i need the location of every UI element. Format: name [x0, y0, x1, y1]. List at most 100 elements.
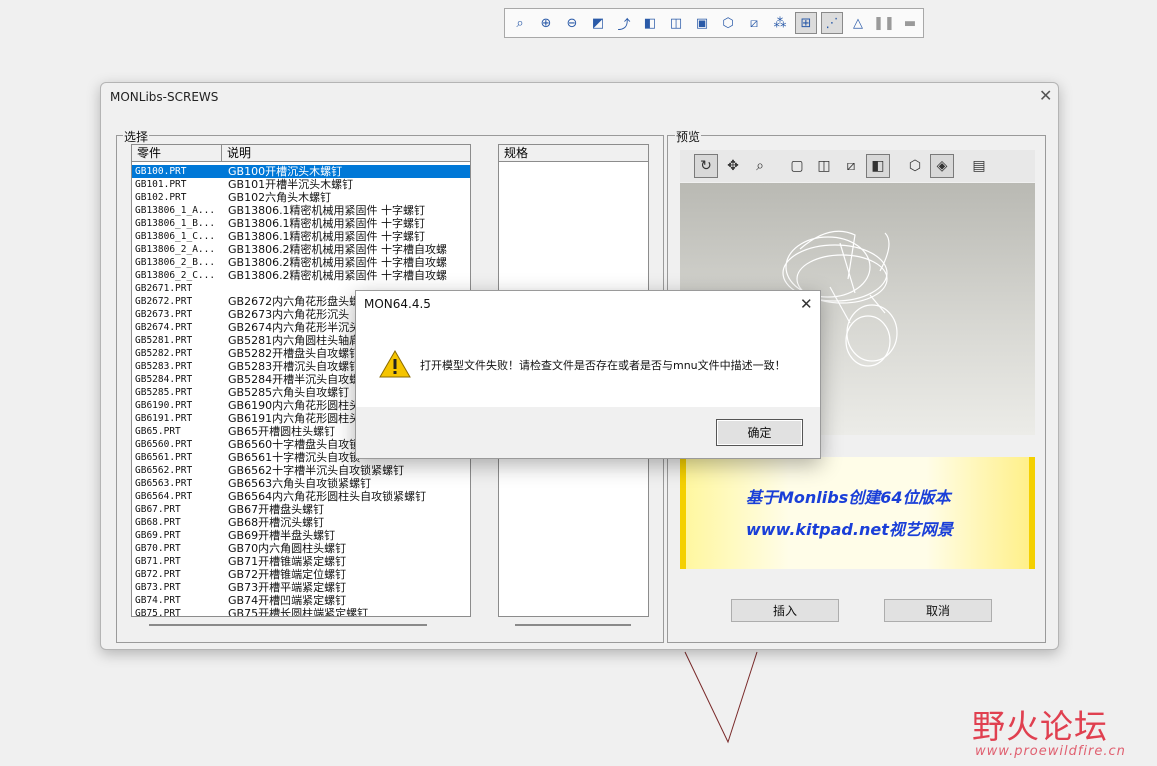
- row-desc: GB5284开槽半沉头自攻螺: [228, 373, 361, 386]
- wireframe-icon[interactable]: ▢: [785, 154, 809, 178]
- table-row[interactable]: GB74.PRT GB74开槽凹端紧定螺钉: [132, 594, 470, 607]
- spec-list-scrollbar[interactable]: [515, 624, 631, 626]
- pan-icon[interactable]: ✥: [721, 154, 745, 178]
- table-row[interactable]: GB71.PRT GB71开槽锥端紧定螺钉: [132, 555, 470, 568]
- camera-icon[interactable]: ▣: [691, 12, 713, 34]
- header-desc[interactable]: 说明: [227, 145, 251, 161]
- row-desc: GB70内六角圆柱头螺钉: [228, 542, 347, 555]
- pause-icon[interactable]: ❚❚: [873, 12, 895, 34]
- table-row[interactable]: GB67.PRT GB67开槽盘头螺钉: [132, 503, 470, 516]
- table-row[interactable]: GB13806_2_A... GB13806.2精密机械用紧固件 十字槽自攻螺: [132, 243, 470, 256]
- row-part: GB6563.PRT: [135, 478, 193, 489]
- table-row[interactable]: GB72.PRT GB72开槽锥端定位螺钉: [132, 568, 470, 581]
- datum-axes-icon[interactable]: ⊞: [795, 12, 817, 34]
- warning-icon: [379, 349, 411, 378]
- shaded-icon[interactable]: ◧: [866, 154, 890, 178]
- csys-icon[interactable]: △: [847, 12, 869, 34]
- row-part: GB13806_2_B...: [135, 257, 216, 268]
- repaint-icon[interactable]: ◩: [587, 12, 609, 34]
- row-desc: GB2672内六角花形盘头螺: [228, 295, 361, 308]
- shaded-icon[interactable]: ◧: [639, 12, 661, 34]
- datum-planes-icon[interactable]: ⁂: [769, 12, 791, 34]
- table-row[interactable]: GB6564.PRT GB6564内六角花形圆柱头自攻锁紧螺钉: [132, 490, 470, 503]
- table-row[interactable]: GB75.PRT GB75开槽长圆柱端紧定螺钉: [132, 607, 470, 617]
- row-desc: GB75开槽长圆柱端紧定螺钉: [228, 607, 369, 617]
- table-row[interactable]: GB73.PRT GB73开槽平端紧定螺钉: [132, 581, 470, 594]
- row-desc: GB6190内六角花形圆柱头: [228, 399, 361, 412]
- row-part: GB6562.PRT: [135, 465, 193, 476]
- row-desc: GB72开槽锥端定位螺钉: [228, 568, 347, 581]
- ok-button[interactable]: 确定: [716, 419, 803, 446]
- row-part: GB6560.PRT: [135, 439, 193, 450]
- watermark-url: www.proewildfire.cn: [975, 744, 1126, 759]
- stop-icon[interactable]: ▬: [899, 12, 921, 34]
- zoom-in-icon[interactable]: ⊕: [535, 12, 557, 34]
- row-desc: GB13806.2精密机械用紧固件 十字槽自攻螺: [228, 256, 448, 269]
- table-row[interactable]: GB102.PRT GB102六角头木螺钉: [132, 191, 470, 204]
- zoom-fit-icon[interactable]: ⌕: [509, 12, 531, 34]
- row-part: GB2673.PRT: [135, 309, 193, 320]
- row-desc: GB73开槽平端紧定螺钉: [228, 581, 347, 594]
- table-row[interactable]: GB13806_1_C... GB13806.1精密机械用紧固件 十字螺钉: [132, 230, 470, 243]
- row-part: GB71.PRT: [135, 556, 181, 567]
- row-desc: GB6564内六角花形圆柱头自攻锁紧螺钉: [228, 490, 427, 503]
- row-desc: GB13806.1精密机械用紧固件 十字螺钉: [228, 204, 426, 217]
- row-part: GB5285.PRT: [135, 387, 193, 398]
- no-hidden-icon[interactable]: ⧄: [743, 12, 765, 34]
- parts-list-scrollbar[interactable]: [149, 624, 427, 626]
- row-part: GB67.PRT: [135, 504, 181, 515]
- datum-points-icon[interactable]: ⋰: [821, 12, 843, 34]
- promo-banner: 基于Monlibs创建64位版本 www.kitpad.net视艺网景: [680, 457, 1035, 569]
- dialog-footer: 确定: [356, 407, 820, 458]
- insert-button[interactable]: 插入: [731, 599, 839, 622]
- model-edge-lines: [684, 651, 758, 744]
- orient-icon[interactable]: ⤴: [613, 12, 635, 34]
- row-part: GB13806_2_A...: [135, 244, 216, 255]
- table-row[interactable]: GB13806_1_A... GB13806.1精密机械用紧固件 十字螺钉: [132, 204, 470, 217]
- row-part: GB6191.PRT: [135, 413, 193, 424]
- hidden-line-icon[interactable]: ◫: [812, 154, 836, 178]
- iso-view-icon[interactable]: ◈: [930, 154, 954, 178]
- header-spec[interactable]: 规格: [504, 145, 528, 161]
- hidden-line-icon[interactable]: ◫: [665, 12, 687, 34]
- row-part: GB65.PRT: [135, 426, 181, 437]
- table-row[interactable]: GB6562.PRT GB6562十字槽半沉头自攻锁紧螺钉: [132, 464, 470, 477]
- perspective-icon[interactable]: ⬡: [903, 154, 927, 178]
- row-part: GB6190.PRT: [135, 400, 193, 411]
- row-desc: GB6191内六角花形圆柱头: [228, 412, 361, 425]
- view-manager-icon[interactable]: ⬡: [717, 12, 739, 34]
- view-toolbar: ⌕ ⊕ ⊖ ◩ ⤴ ◧ ◫ ▣ ⬡ ⧄ ⁂ ⊞ ⋰ △ ❚❚ ▬: [504, 8, 924, 38]
- zoom-out-icon[interactable]: ⊖: [561, 12, 583, 34]
- row-part: GB2671.PRT: [135, 283, 193, 294]
- preview-toolbar: ↻ ✥ ⌕ ▢ ◫ ⧄ ◧ ⬡ ◈ ▤: [680, 150, 1035, 182]
- window-close-icon[interactable]: ✕: [1039, 88, 1052, 104]
- table-row[interactable]: GB101.PRT GB101开槽半沉头木螺钉: [132, 178, 470, 191]
- film-icon[interactable]: ▤: [967, 154, 991, 178]
- table-row[interactable]: GB13806_1_B... GB13806.1精密机械用紧固件 十字螺钉: [132, 217, 470, 230]
- row-part: GB13806_1_C...: [135, 231, 216, 242]
- cancel-button[interactable]: 取消: [884, 599, 992, 622]
- row-desc: GB67开槽盘头螺钉: [228, 503, 325, 516]
- row-part: GB5282.PRT: [135, 348, 193, 359]
- table-row[interactable]: GB13806_2_B... GB13806.2精密机械用紧固件 十字槽自攻螺: [132, 256, 470, 269]
- row-desc: GB5282开槽盘头自攻螺钉: [228, 347, 361, 360]
- row-part: GB68.PRT: [135, 517, 181, 528]
- table-row[interactable]: GB13806_2_C... GB13806.2精密机械用紧固件 十字槽自攻螺: [132, 269, 470, 282]
- table-row[interactable]: GB68.PRT GB68开槽沉头螺钉: [132, 516, 470, 529]
- table-row[interactable]: GB6563.PRT GB6563六角头自攻锁紧螺钉: [132, 477, 470, 490]
- table-row[interactable]: GB70.PRT GB70内六角圆柱头螺钉: [132, 542, 470, 555]
- rotate-icon[interactable]: ↻: [694, 154, 718, 178]
- no-hidden-icon[interactable]: ⧄: [839, 154, 863, 178]
- row-desc: GB6563六角头自攻锁紧螺钉: [228, 477, 372, 490]
- header-part[interactable]: 零件: [137, 145, 161, 161]
- row-part: GB101.PRT: [135, 179, 187, 190]
- preview-group-label: 预览: [675, 128, 702, 145]
- zoom-window-icon[interactable]: ⌕: [748, 154, 772, 178]
- dialog-close-icon[interactable]: ✕: [800, 295, 813, 313]
- row-part: GB5281.PRT: [135, 335, 193, 346]
- window-title: MONLibs-SCREWS: [110, 90, 219, 104]
- row-desc: GB68开槽沉头螺钉: [228, 516, 325, 529]
- table-row[interactable]: GB69.PRT GB69开槽半盘头螺钉: [132, 529, 470, 542]
- row-part: GB73.PRT: [135, 582, 181, 593]
- table-row[interactable]: GB100.PRT GB100开槽沉头木螺钉: [132, 165, 470, 178]
